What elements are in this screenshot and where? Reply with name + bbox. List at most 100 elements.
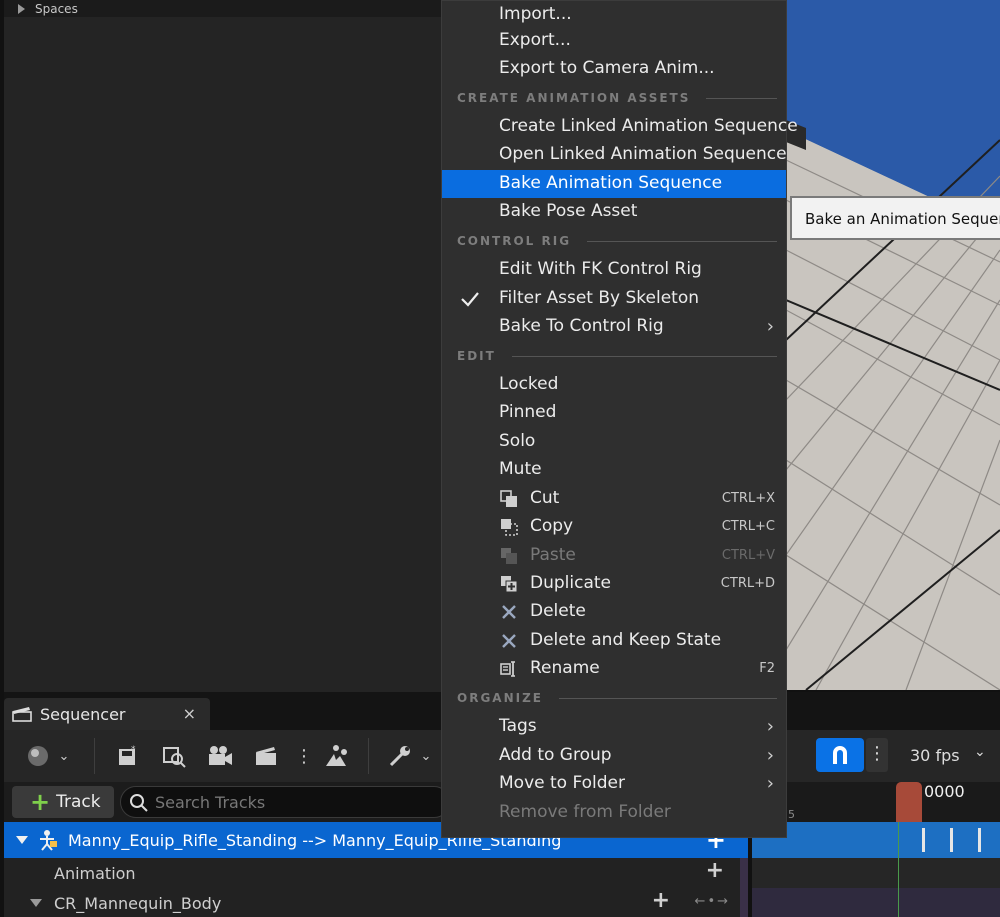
playhead[interactable] <box>896 782 922 822</box>
menu-item-tags[interactable]: Tags › <box>442 713 786 741</box>
add-icon[interactable]: + <box>652 888 670 913</box>
snap-toggle-button[interactable] <box>816 738 864 772</box>
menu-item-locked[interactable]: Locked <box>442 371 786 399</box>
menu-item-pinned[interactable]: Pinned <box>442 399 786 427</box>
menu-item-open-linked-anim-seq[interactable]: Open Linked Animation Sequence <box>442 141 787 169</box>
tooltip: Bake an Animation Sequence <box>790 196 1000 240</box>
menu-item-move-to-folder[interactable]: Move to Folder › <box>442 770 786 798</box>
track-row[interactable]: Animation + <box>4 858 744 888</box>
keyframe[interactable] <box>950 828 953 852</box>
menu-item-edit-fk-control-rig[interactable]: Edit With FK Control Rig <box>442 256 786 284</box>
submenu-arrow-icon: › <box>766 716 774 737</box>
keyframe[interactable] <box>922 828 925 852</box>
wrench-icon[interactable] <box>386 742 414 770</box>
playhead-line <box>898 822 899 917</box>
menu-item-bake-pose-asset[interactable]: Bake Pose Asset <box>442 198 786 226</box>
add-track-button[interactable]: + Track <box>12 786 114 818</box>
menu-item-remove-from-folder[interactable]: Remove from Folder <box>442 799 786 827</box>
magnet-icon <box>833 746 847 764</box>
timeline-section[interactable] <box>752 822 1000 858</box>
menu-item-rename[interactable]: Rename F2 <box>442 655 786 683</box>
context-menu: Import... Export... Export to Camera Ani… <box>441 0 798 838</box>
actions-icon[interactable] <box>322 742 350 770</box>
add-icon[interactable]: + <box>706 858 724 883</box>
submenu-arrow-icon: › <box>766 745 774 766</box>
keyframe[interactable] <box>978 828 981 852</box>
toolbar-separator <box>94 738 95 774</box>
time-ruler[interactable]: 5 0000 <box>752 782 1000 822</box>
menu-item-paste[interactable]: Paste CTRL+V <box>442 542 786 570</box>
menu-item-delete-keep-state[interactable]: Delete and Keep State <box>442 627 786 655</box>
menu-item-create-linked-anim-seq[interactable]: Create Linked Animation Sequence <box>442 113 798 141</box>
find-in-content-icon[interactable] <box>160 742 188 770</box>
menu-item-bake-anim-seq[interactable]: Bake Animation Sequence <box>442 170 786 198</box>
menu-item-duplicate[interactable]: Duplicate CTRL+D <box>442 570 786 598</box>
clapperboard-icon <box>12 707 32 722</box>
plus-icon: + <box>30 788 51 816</box>
viewport-scene <box>786 0 1000 690</box>
track-row[interactable]: CR_Mannequin_Body + ←•→ <box>4 888 744 917</box>
frame-rate-selector[interactable]: 30 fps <box>910 746 960 765</box>
menu-item-export-camera-anim[interactable]: Export to Camera Anim... <box>442 55 786 83</box>
track-label: Animation <box>54 863 136 883</box>
delete-icon <box>502 634 516 648</box>
menu-item-solo[interactable]: Solo <box>442 428 786 456</box>
spaces-section-header[interactable]: Spaces <box>4 0 444 17</box>
level-viewport[interactable] <box>786 0 1000 690</box>
more-options-icon[interactable]: ⋮ <box>290 742 318 770</box>
menu-item-copy[interactable]: Copy CTRL+C <box>442 513 786 541</box>
submenu-arrow-icon: › <box>766 773 774 794</box>
checkmark-icon <box>461 292 479 307</box>
menu-item-delete[interactable]: Delete <box>442 598 786 626</box>
timeline-row <box>752 888 1000 917</box>
menu-item-filter-asset-by-skeleton[interactable]: Filter Asset By Skeleton <box>442 285 786 313</box>
snap-options-button[interactable]: ⋮ <box>866 738 888 772</box>
section-header-organize: ORGANIZE <box>457 689 777 707</box>
render-movie-icon[interactable] <box>252 742 280 770</box>
submenu-arrow-icon: › <box>766 316 774 337</box>
section-header-control-rig: CONTROL RIG <box>457 232 777 250</box>
menu-item-cut[interactable]: Cut CTRL+X <box>442 485 786 513</box>
menu-item-import[interactable]: Import... <box>442 1 786 29</box>
timeline-area[interactable]: 5 0000 <box>752 782 1000 917</box>
duplicate-icon <box>501 576 518 593</box>
cut-icon <box>500 490 517 507</box>
camera-icon[interactable] <box>206 742 234 770</box>
tab-label: Sequencer <box>40 704 126 724</box>
menu-item-add-to-group[interactable]: Add to Group › <box>442 742 786 770</box>
menu-item-export[interactable]: Export... <box>442 27 786 55</box>
expand-triangle-icon[interactable] <box>18 3 25 14</box>
track-label: CR_Mannequin_Body <box>54 893 222 913</box>
spaces-label: Spaces <box>35 1 78 16</box>
close-icon[interactable]: × <box>183 704 196 723</box>
save-icon[interactable]: * <box>114 742 142 770</box>
search-icon <box>130 794 148 812</box>
chevron-down-icon[interactable]: ⌄ <box>50 742 78 770</box>
search-placeholder: Search Tracks <box>155 792 266 812</box>
world-icon[interactable] <box>24 742 52 770</box>
menu-item-bake-to-control-rig[interactable]: Bake To Control Rig › <box>442 313 786 341</box>
current-frame: 0000 <box>924 782 965 801</box>
collapse-arrow-icon[interactable] <box>16 836 28 844</box>
menu-item-mute[interactable]: Mute <box>442 456 786 484</box>
chevron-down-icon[interactable]: ⌄ <box>974 744 986 760</box>
section-header-create-animation-assets: CREATE ANIMATION ASSETS <box>457 89 777 107</box>
skeletal-mesh-icon <box>40 830 57 851</box>
section-header-edit: EDIT <box>457 347 777 365</box>
ruler-tick-label: 5 <box>788 808 795 821</box>
rename-icon <box>500 661 515 677</box>
search-tracks-input[interactable]: Search Tracks <box>120 786 450 818</box>
toolbar-separator <box>368 738 369 774</box>
tab-sequencer[interactable]: Sequencer × <box>4 698 210 730</box>
delete-icon <box>502 605 516 619</box>
details-panel: Spaces <box>4 0 444 692</box>
paste-icon <box>501 548 517 564</box>
track-button-label: Track <box>56 792 101 812</box>
track-color-strip <box>740 858 748 917</box>
collapse-arrow-icon[interactable] <box>30 899 42 907</box>
copy-icon <box>501 519 518 536</box>
timeline-row <box>752 858 1000 888</box>
chevron-down-icon[interactable]: ⌄ <box>412 742 440 770</box>
key-navigation-icon[interactable]: ←•→ <box>695 894 730 909</box>
svg-text:*: * <box>131 745 136 755</box>
